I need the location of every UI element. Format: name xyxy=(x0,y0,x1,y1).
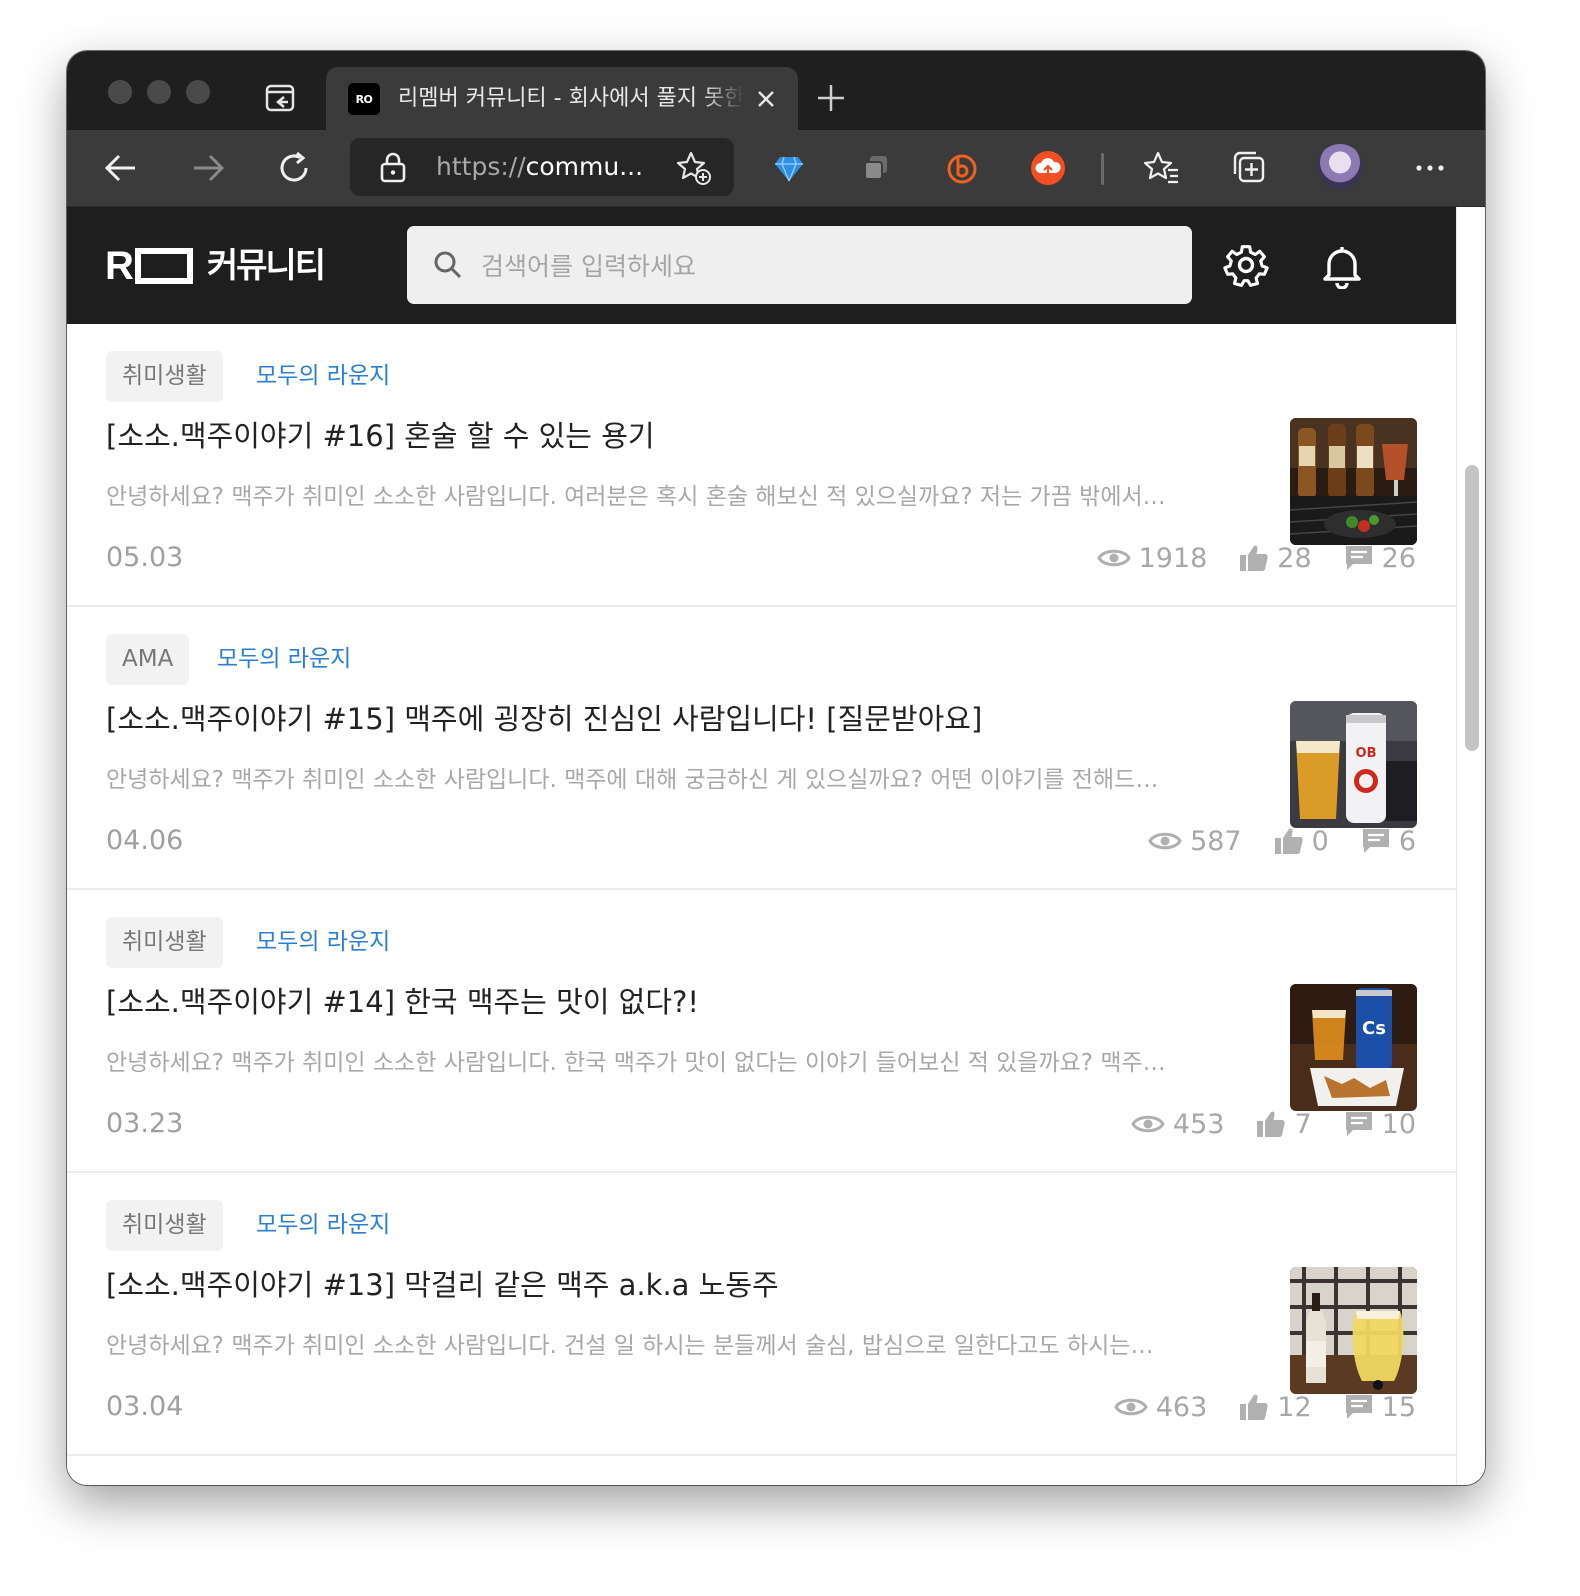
view-count: 463 xyxy=(1114,1392,1207,1423)
post-title[interactable]: [소소.맥주이야기 #16] 혼술 할 수 있는 용기 xyxy=(106,415,1236,457)
post-title[interactable]: [소소.맥주이야기 #15] 맥주에 굉장히 진심인 사람입니다! [질문받아요… xyxy=(106,698,1236,740)
eye-icon xyxy=(1131,1115,1165,1133)
post-date: 05.03 xyxy=(106,542,184,573)
browser-toolbar: https://commu... xyxy=(67,130,1485,207)
tab-bar: RO 리멤버 커뮤니티 - 회사에서 풀지 못한 xyxy=(67,51,1485,130)
browser-window: RO 리멤버 커뮤니티 - 회사에서 풀지 못한 https://commu..… xyxy=(67,51,1485,1485)
post-date: 03.04 xyxy=(106,1391,184,1422)
profile-avatar[interactable] xyxy=(1317,144,1363,190)
board-link[interactable]: 모두의 라운지 xyxy=(217,634,351,685)
eye-icon xyxy=(1148,832,1182,850)
url-text[interactable]: https://commu... xyxy=(436,138,643,196)
post-item[interactable]: 취미생활 모두의 라운지 [소소.맥주이야기 #16] 혼술 할 수 있는 용기… xyxy=(67,324,1456,607)
post-excerpt: 안녕하세요? 맥주가 취미인 소소한 사람입니다. 여러분은 혹시 혼술 해보신… xyxy=(106,484,1166,510)
settings-gear-icon[interactable] xyxy=(1223,243,1269,289)
post-stats: 1918 28 26 xyxy=(1065,540,1416,576)
post-thumbnail[interactable]: Cs xyxy=(1290,984,1417,1111)
search-icon xyxy=(431,248,465,282)
diamond-icon[interactable] xyxy=(770,149,808,187)
logo-mark: R xyxy=(105,244,134,288)
comment-count: 10 xyxy=(1344,1109,1416,1140)
window-close-button[interactable] xyxy=(108,80,132,104)
post-item[interactable]: 취미생활 모두의 라운지 [소소.맥주이야기 #14] 한국 맥주는 맛이 없다… xyxy=(67,890,1456,1173)
comment-icon xyxy=(1345,1112,1372,1136)
post-excerpt: 안녕하세요? 맥주가 취미인 소소한 사람입니다. 건설 일 하시는 분들께서 … xyxy=(106,1333,1154,1359)
more-options-icon[interactable] xyxy=(1411,149,1449,187)
view-count: 587 xyxy=(1148,826,1242,857)
site-header: R 커뮤니티 xyxy=(67,207,1456,324)
category-tag[interactable]: 취미생활 xyxy=(106,351,223,402)
comment-count: 15 xyxy=(1344,1392,1416,1423)
post-stats: 463 12 15 xyxy=(1082,1389,1416,1425)
thumbs-up-icon xyxy=(1274,828,1303,854)
tab-close-icon[interactable] xyxy=(750,83,782,115)
comment-count: 6 xyxy=(1361,826,1416,857)
svg-text:Cs: Cs xyxy=(1362,1018,1386,1039)
board-link[interactable]: 모두의 라운지 xyxy=(256,1200,390,1251)
logo-box-icon xyxy=(134,248,193,284)
tab-favicon: RO xyxy=(348,83,380,115)
post-thumbnail[interactable] xyxy=(1290,418,1417,545)
window-minimize-button[interactable] xyxy=(147,80,171,104)
cloud-upload-icon[interactable] xyxy=(1029,149,1067,187)
active-tab[interactable]: RO 리멤버 커뮤니티 - 회사에서 풀지 못한 xyxy=(326,67,798,130)
tab-title: 리멤버 커뮤니티 - 회사에서 풀지 못한 xyxy=(398,86,744,111)
thumbs-up-icon xyxy=(1257,1111,1286,1137)
toolbar-separator xyxy=(1101,153,1104,185)
like-count: 28 xyxy=(1239,543,1312,574)
board-link[interactable]: 모두의 라운지 xyxy=(256,351,390,402)
category-tag[interactable]: AMA xyxy=(106,634,190,685)
add-favorite-icon[interactable] xyxy=(676,150,712,186)
back-arrow-icon[interactable] xyxy=(102,149,140,187)
comment-icon xyxy=(1345,546,1372,570)
tab-actions-icon[interactable] xyxy=(264,82,296,114)
post-date: 04.06 xyxy=(106,825,184,856)
view-count: 1918 xyxy=(1096,543,1207,574)
eye-icon xyxy=(1114,1398,1148,1416)
like-count: 12 xyxy=(1239,1392,1312,1423)
page-scrollbar[interactable] xyxy=(1456,207,1485,1485)
refresh-icon[interactable] xyxy=(275,149,313,187)
like-count: 7 xyxy=(1256,1109,1312,1140)
lock-icon[interactable] xyxy=(378,151,408,183)
post-title[interactable]: [소소.맥주이야기 #13] 막걸리 같은 맥주 a.k.a 노동주 xyxy=(106,1264,1236,1306)
post-title[interactable]: [소소.맥주이야기 #14] 한국 맥주는 맛이 없다?! xyxy=(106,981,1236,1023)
page-content: R 커뮤니티 취미생활 모두의 라 xyxy=(67,207,1456,1485)
board-link[interactable]: 모두의 라운지 xyxy=(256,917,390,968)
category-tag[interactable]: 취미생활 xyxy=(106,917,223,968)
new-tab-icon[interactable] xyxy=(815,82,847,114)
category-tag[interactable]: 취미생활 xyxy=(106,1200,223,1251)
bitly-icon[interactable] xyxy=(943,149,981,187)
post-date: 03.23 xyxy=(106,1108,184,1139)
window-zoom-button[interactable] xyxy=(186,80,210,104)
search-input[interactable] xyxy=(479,226,1173,306)
comment-icon xyxy=(1362,829,1389,853)
thumbs-up-icon xyxy=(1240,1394,1268,1420)
copy-icon[interactable] xyxy=(857,149,895,187)
like-count: 0 xyxy=(1274,826,1329,857)
notification-bell-icon[interactable] xyxy=(1319,243,1365,290)
site-logo[interactable]: R 커뮤니티 xyxy=(105,244,326,288)
post-stats: 587 0 6 xyxy=(1116,823,1416,859)
collections-icon[interactable] xyxy=(1230,149,1268,187)
thumbs-up-icon xyxy=(1240,545,1268,571)
scrollbar-thumb[interactable] xyxy=(1465,465,1479,751)
post-excerpt: 안녕하세요? 맥주가 취미인 소소한 사람입니다. 한국 맥주가 맛이 없다는 … xyxy=(106,1050,1166,1076)
svg-text:OB: OB xyxy=(1356,746,1377,761)
post-item[interactable]: 취미생활 모두의 라운지 [소소.맥주이야기 #13] 막걸리 같은 맥주 a.… xyxy=(67,1173,1456,1456)
forward-arrow-icon[interactable] xyxy=(189,149,227,187)
address-bar[interactable]: https://commu... xyxy=(350,138,734,196)
comment-count: 26 xyxy=(1344,543,1416,574)
post-stats: 453 7 10 xyxy=(1099,1106,1416,1142)
logo-text: 커뮤니티 xyxy=(206,246,326,286)
comment-icon xyxy=(1345,1395,1372,1419)
post-thumbnail[interactable] xyxy=(1290,1267,1417,1394)
search-box[interactable] xyxy=(407,226,1192,306)
favorites-icon[interactable] xyxy=(1143,149,1181,187)
post-thumbnail[interactable]: OB xyxy=(1290,701,1417,828)
post-excerpt: 안녕하세요? 맥주가 취미인 소소한 사람입니다. 맥주에 대해 궁금하신 게 … xyxy=(106,767,1159,793)
eye-icon xyxy=(1096,549,1131,567)
view-count: 453 xyxy=(1131,1109,1224,1140)
post-item[interactable]: AMA 모두의 라운지 [소소.맥주이야기 #15] 맥주에 굉장히 진심인 사… xyxy=(67,607,1456,890)
